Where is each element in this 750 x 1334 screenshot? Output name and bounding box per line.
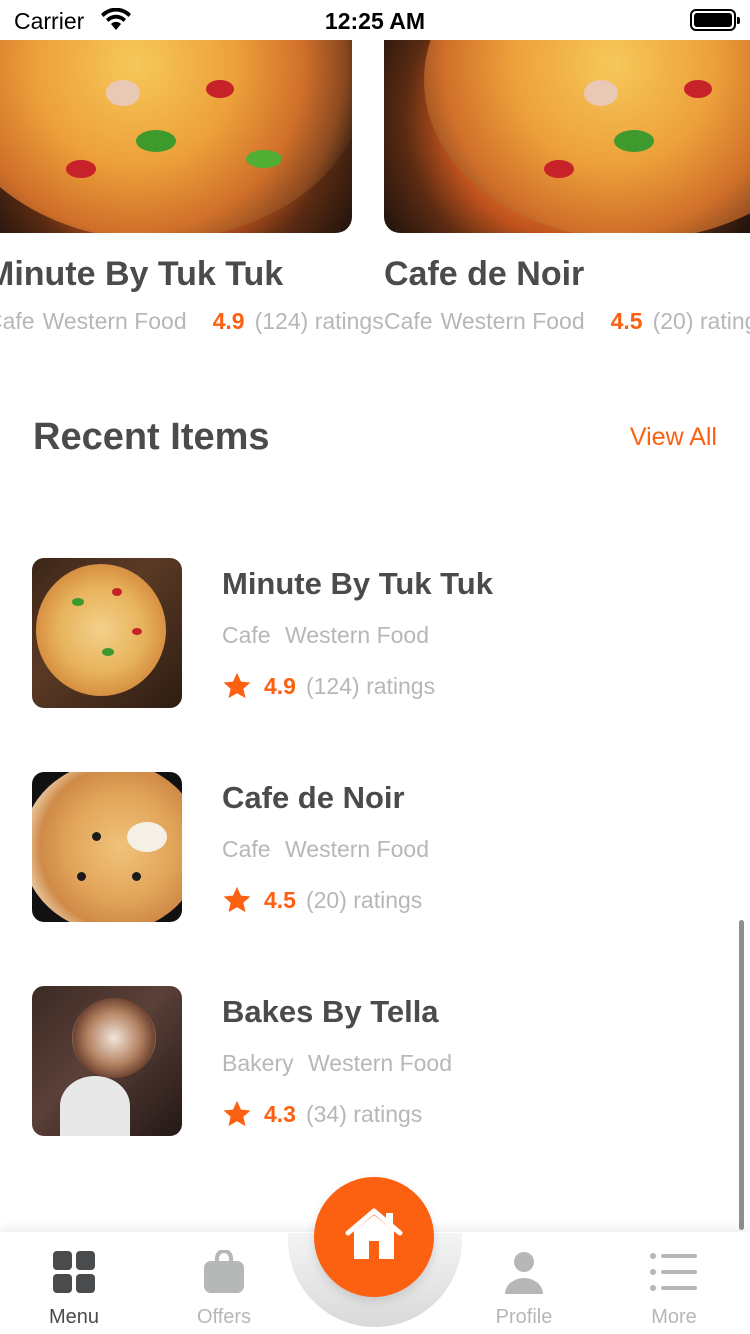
category-label: Western Food bbox=[284, 622, 430, 648]
popular-card[interactable]: Cafe de Noir Cafe Western Food 4.5 (20) … bbox=[384, 40, 750, 336]
category-label: Cafe bbox=[0, 307, 35, 334]
popular-card[interactable]: Minute By Tuk Tuk Cafe Western Food 4.9 … bbox=[0, 40, 384, 336]
category-label: Cafe bbox=[222, 836, 271, 862]
category-label: Western Food bbox=[42, 307, 187, 334]
item-title: Bakes By Tella bbox=[222, 994, 439, 1029]
category-label: Western Food bbox=[284, 836, 430, 862]
category-label: Bakery bbox=[222, 1050, 294, 1076]
tab-label: Offers bbox=[196, 1306, 252, 1328]
grid-icon bbox=[53, 1251, 95, 1293]
category-label: Western Food bbox=[307, 1050, 453, 1076]
ratings-count: (20) ratings bbox=[305, 886, 423, 913]
rating-value: 4.5 bbox=[610, 307, 643, 334]
item-rating: 4.5 (20) ratings bbox=[222, 885, 429, 915]
item-thumbnail bbox=[32, 986, 182, 1136]
recent-item[interactable]: Bakes By Tella Bakery Western Food 4.3 (… bbox=[32, 986, 722, 1136]
tab-offers[interactable]: Offers bbox=[164, 1250, 284, 1329]
battery-icon bbox=[690, 9, 740, 31]
rating-value: 4.9 bbox=[212, 307, 245, 334]
recent-item[interactable]: Cafe de Noir Cafe Western Food 4.5 (20) … bbox=[32, 772, 722, 922]
tab-label: More bbox=[651, 1306, 697, 1328]
list-icon bbox=[650, 1253, 697, 1291]
item-categories: Cafe Western Food bbox=[222, 836, 429, 863]
item-thumbnail bbox=[32, 558, 182, 708]
tab-menu[interactable]: Menu bbox=[14, 1250, 134, 1329]
ratings-count: (124) ratings bbox=[254, 307, 384, 334]
ratings-count: (20) ratings bbox=[652, 307, 750, 334]
shopping-bag-icon bbox=[204, 1250, 244, 1293]
restaurant-image bbox=[0, 40, 352, 233]
section-title: Recent Items bbox=[33, 416, 270, 458]
ratings-count: (34) ratings bbox=[305, 1100, 423, 1127]
home-button[interactable] bbox=[314, 1177, 434, 1297]
restaurant-name: Cafe de Noir bbox=[384, 255, 585, 293]
item-categories: Bakery Western Food bbox=[222, 1050, 452, 1077]
status-bar: Carrier 12:25 AM bbox=[0, 0, 750, 40]
tab-profile[interactable]: Profile bbox=[464, 1250, 584, 1329]
item-thumbnail bbox=[32, 772, 182, 922]
person-icon bbox=[505, 1252, 543, 1294]
recent-item[interactable]: Minute By Tuk Tuk Cafe Western Food 4.9 … bbox=[32, 558, 722, 708]
home-icon bbox=[345, 1208, 403, 1259]
category-label: Cafe bbox=[222, 622, 271, 648]
item-rating: 4.9 (124) ratings bbox=[222, 671, 493, 701]
category-label: Western Food bbox=[440, 307, 585, 334]
category-label: Cafe bbox=[384, 307, 433, 334]
restaurant-image bbox=[384, 40, 750, 233]
item-categories: Cafe Western Food bbox=[222, 622, 493, 649]
item-text: Cafe de Noir Cafe Western Food 4.5 (20) … bbox=[222, 780, 429, 915]
item-rating: 4.3 (34) ratings bbox=[222, 1099, 452, 1129]
item-title: Cafe de Noir bbox=[222, 780, 405, 815]
rating-value: 4.9 bbox=[264, 672, 296, 699]
item-title: Minute By Tuk Tuk bbox=[222, 566, 493, 601]
restaurant-meta: Cafe Western Food 4.5 (20) ratings bbox=[384, 306, 750, 336]
tab-label: Menu bbox=[48, 1306, 100, 1328]
tab-label: Profile bbox=[495, 1306, 553, 1328]
restaurant-name: Minute By Tuk Tuk bbox=[0, 255, 284, 293]
item-text: Bakes By Tella Bakery Western Food 4.3 (… bbox=[222, 994, 452, 1129]
clock: 12:25 AM bbox=[324, 8, 426, 34]
star-icon bbox=[223, 886, 251, 913]
star-icon bbox=[223, 672, 251, 699]
view-all-link[interactable]: View All bbox=[630, 423, 717, 452]
ratings-count: (124) ratings bbox=[305, 672, 436, 699]
rating-value: 4.5 bbox=[264, 886, 296, 913]
rating-value: 4.3 bbox=[264, 1100, 296, 1127]
star-icon bbox=[223, 1100, 251, 1127]
item-text: Minute By Tuk Tuk Cafe Western Food 4.9 … bbox=[222, 566, 493, 701]
tab-more[interactable]: More bbox=[614, 1250, 734, 1329]
restaurant-meta: Cafe Western Food 4.9 (124) ratings bbox=[0, 306, 384, 336]
scrollbar[interactable] bbox=[739, 920, 744, 1230]
